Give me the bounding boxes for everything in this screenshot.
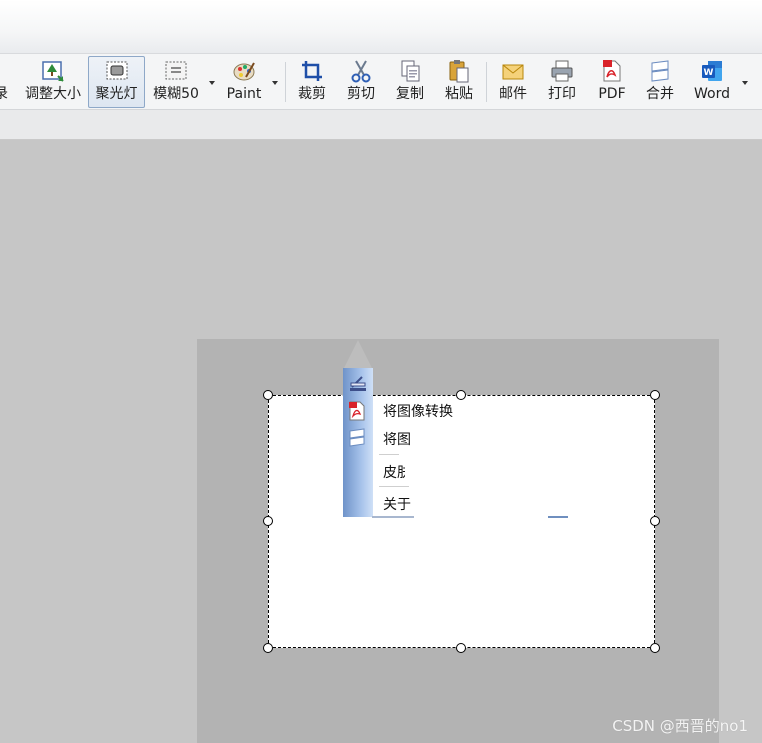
blur-button[interactable]: 模糊50 — [148, 57, 204, 107]
blur-label: 模糊50 — [153, 86, 199, 102]
scissors-icon — [349, 59, 373, 83]
paste-icon — [447, 59, 471, 83]
merge-button[interactable]: 合并 — [641, 57, 679, 107]
resize-button[interactable]: 调整大小 — [22, 57, 84, 107]
watermark: CSDN @西晋的no1 — [612, 717, 748, 735]
menu-item-skin: 皮肤 — [383, 465, 405, 481]
resize-handle-left[interactable] — [263, 516, 273, 526]
resize-handle-bottom-left[interactable] — [263, 643, 273, 653]
spotlight-button[interactable]: 聚光灯 — [88, 56, 145, 108]
menu-edge-line — [372, 516, 414, 518]
copy-icon — [398, 59, 422, 83]
copy-button[interactable]: 复制 — [391, 57, 429, 107]
crop-button[interactable]: 裁剪 — [293, 57, 331, 107]
resize-handle-bottom[interactable] — [456, 643, 466, 653]
mail-label: 邮件 — [499, 86, 527, 102]
pdf-icon — [600, 59, 624, 83]
palette-icon — [232, 59, 256, 83]
pdf-icon — [347, 401, 367, 421]
word-button[interactable]: W Word — [690, 57, 734, 107]
scanner-icon — [347, 372, 369, 394]
partial-record-button[interactable]: 录 — [0, 57, 10, 107]
cut-button[interactable]: 剪切 — [342, 57, 380, 107]
print-label: 打印 — [548, 86, 576, 102]
pdf-label: PDF — [598, 86, 626, 102]
envelope-icon — [501, 59, 525, 83]
resize-handle-bottom-right[interactable] — [650, 643, 660, 653]
menu-separator — [379, 454, 399, 455]
merge-label: 合并 — [646, 86, 674, 102]
title-bar — [0, 0, 762, 54]
crop-icon — [300, 59, 324, 83]
blur-dropdown-arrow-icon[interactable] — [209, 81, 215, 85]
spotlight-icon — [105, 59, 129, 83]
partial-label: 录 — [0, 86, 8, 102]
captured-cursor-shape — [344, 340, 372, 368]
menu-item-convert-image: 将图像转换 — [383, 404, 453, 420]
merge-icon — [648, 59, 672, 83]
resize-label: 调整大小 — [25, 86, 81, 102]
paint-label: Paint — [226, 86, 262, 102]
merge-icon — [347, 428, 367, 448]
toolbar: 录 调整大小 聚光灯 模糊50 Paint 裁剪 剪切 复制 粘贴 邮件 打印 … — [0, 54, 762, 110]
partial-icon — [0, 59, 13, 83]
pdf-button[interactable]: PDF — [593, 57, 631, 107]
print-button[interactable]: 打印 — [543, 57, 581, 107]
paste-button[interactable]: 粘贴 — [440, 57, 478, 107]
paste-label: 粘贴 — [445, 86, 473, 102]
crop-label: 裁剪 — [298, 86, 326, 102]
spotlight-label: 聚光灯 — [95, 86, 138, 102]
captured-context-menu: 将图像转换 将图 皮肤 关于 — [343, 368, 467, 517]
menu-edge-line — [548, 516, 568, 518]
word-label: Word — [694, 86, 730, 102]
resize-handle-right[interactable] — [650, 516, 660, 526]
toolbar-separator — [285, 62, 286, 102]
resize-icon — [41, 59, 65, 83]
printer-icon — [550, 59, 574, 83]
paint-button[interactable]: Paint — [222, 57, 266, 107]
blur-icon — [164, 59, 188, 83]
resize-handle-top-right[interactable] — [650, 390, 660, 400]
mail-button[interactable]: 邮件 — [494, 57, 532, 107]
paint-dropdown-arrow-icon[interactable] — [272, 81, 278, 85]
resize-handle-top-left[interactable] — [263, 390, 273, 400]
menu-item-convert: 将图 — [383, 432, 411, 448]
word-dropdown-arrow-icon[interactable] — [742, 81, 748, 85]
svg-text:W: W — [704, 68, 714, 78]
menu-separator — [379, 486, 409, 487]
toolbar-separator — [486, 62, 487, 102]
secondary-toolbar — [0, 110, 762, 140]
cut-label: 剪切 — [347, 86, 375, 102]
menu-item-about: 关于 — [383, 497, 411, 513]
word-icon: W — [700, 59, 724, 83]
copy-label: 复制 — [396, 86, 424, 102]
